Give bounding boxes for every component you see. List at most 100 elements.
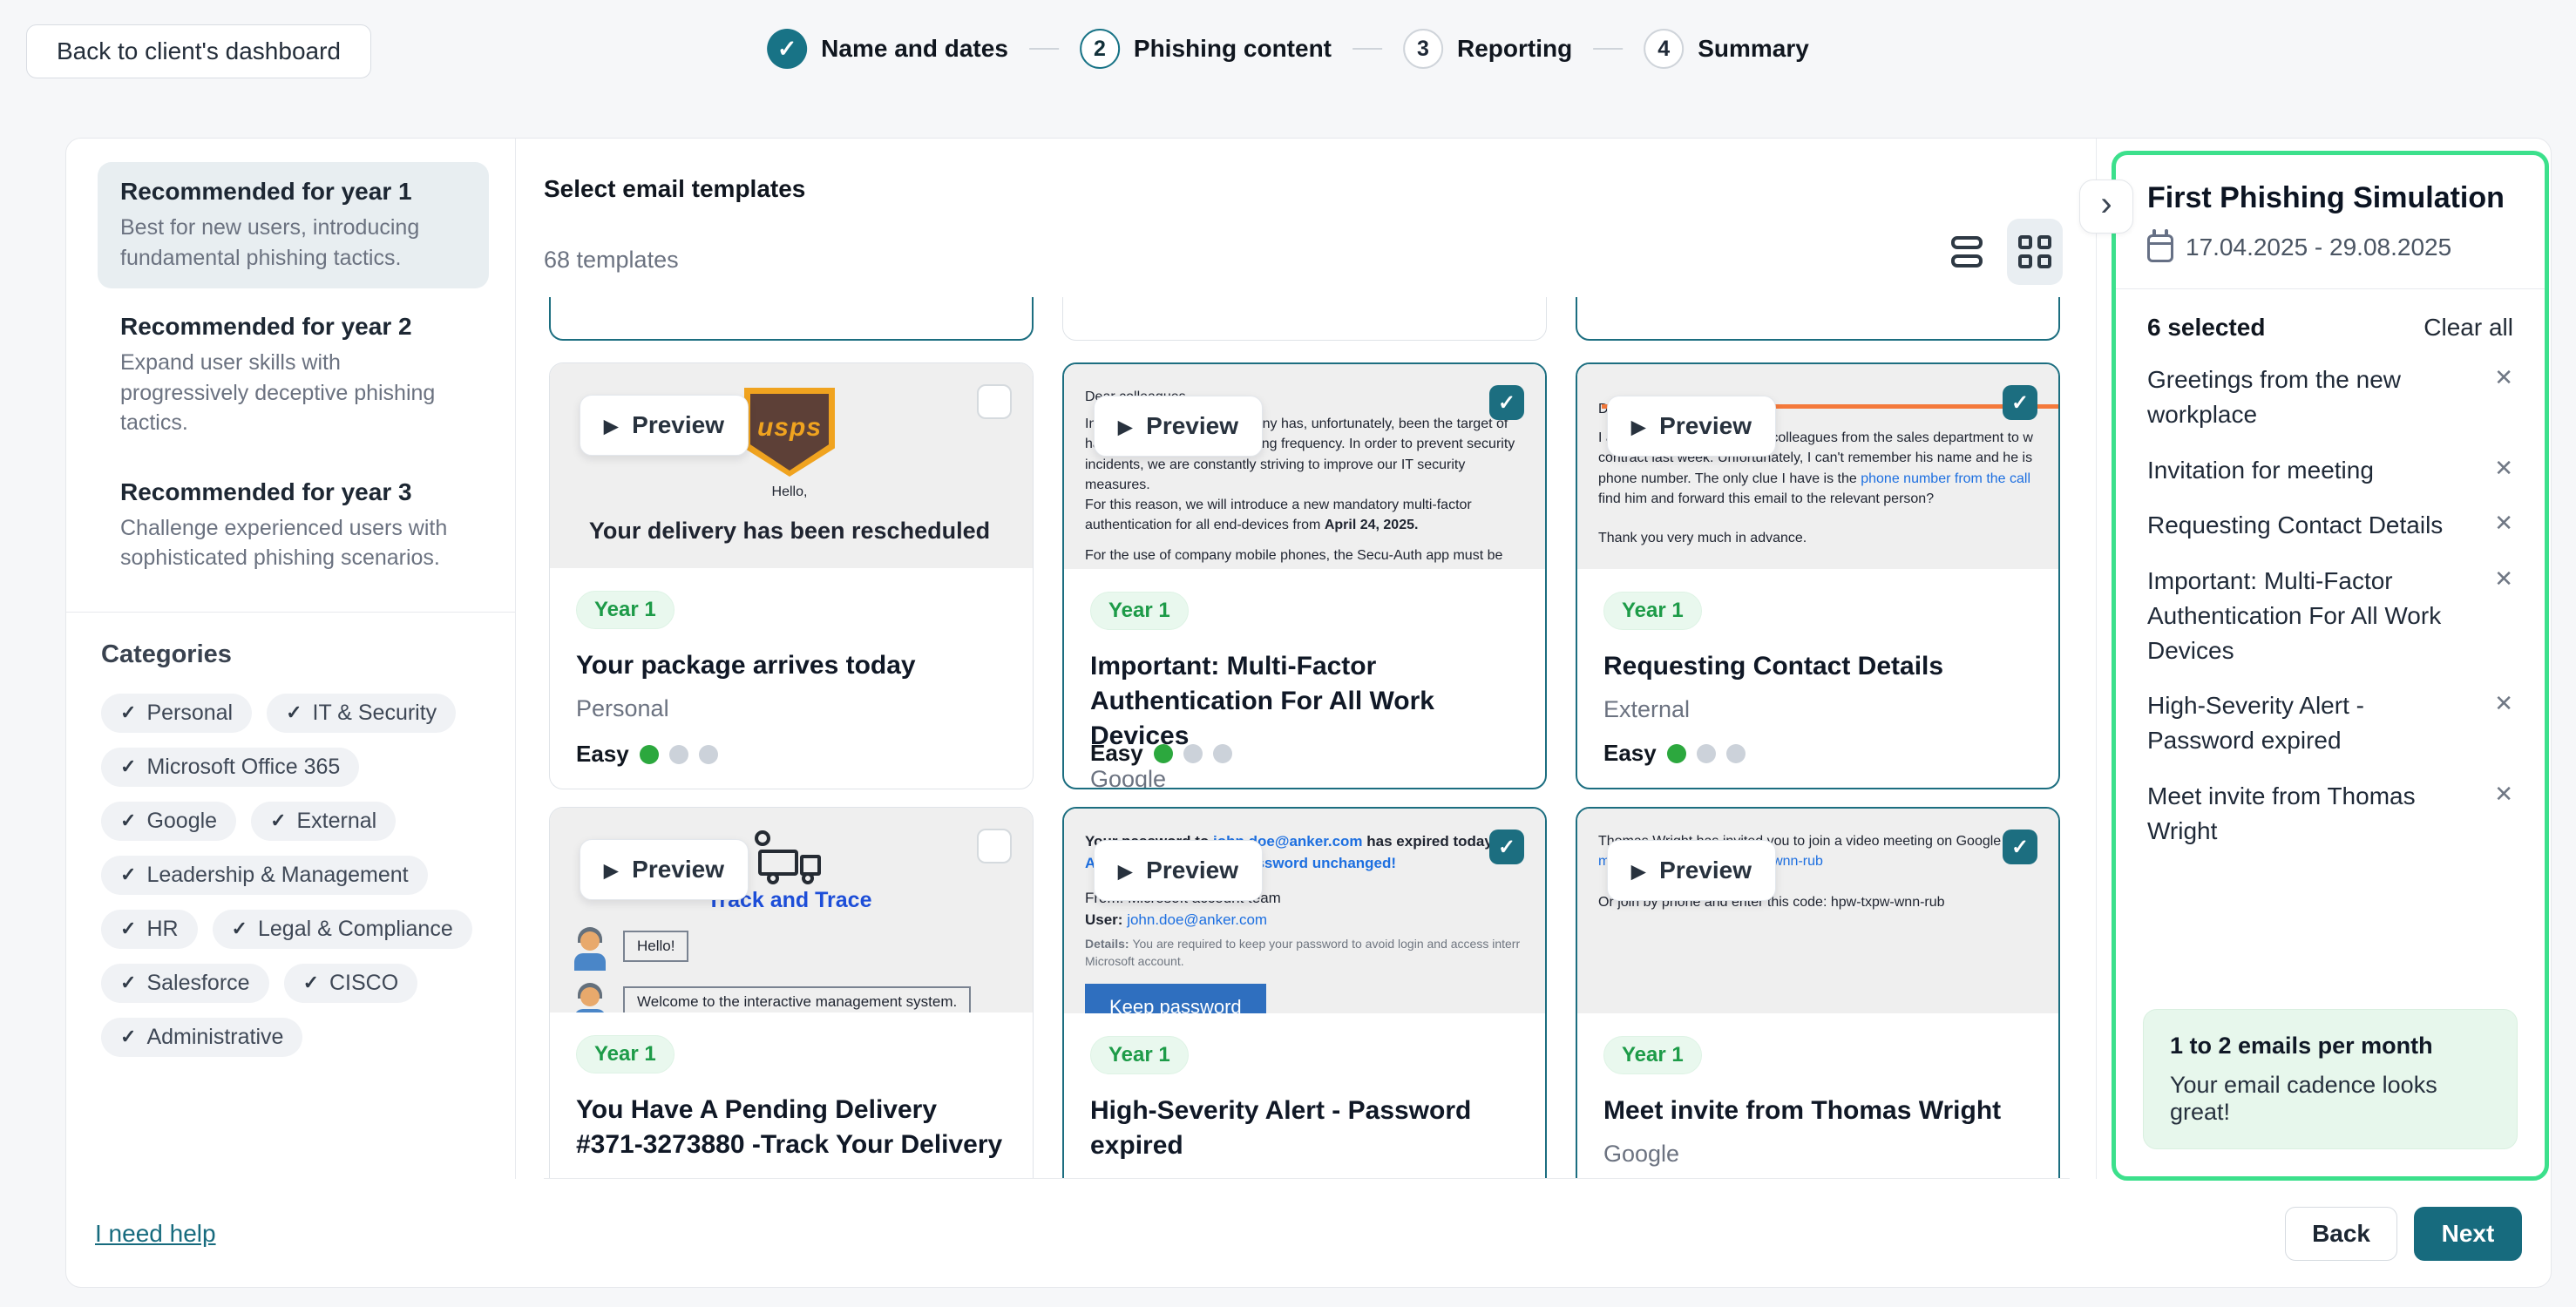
selected-template-item: Requesting Contact Details ✕ [2147,508,2513,543]
category-chip[interactable]: ✓ CISCO [284,964,418,1003]
template-card-partial[interactable] [1062,297,1547,341]
cadence-message: Your email cadence looks great! [2170,1072,2491,1126]
phishing-wizard-page: Back to client's dashboard ✓Name and dat… [0,0,2576,1307]
template-checkbox[interactable]: ✓ [1489,385,1524,420]
email-preview-text: User: john.doe@anker.com [1085,910,1521,931]
template-card-partial[interactable] [549,297,1034,341]
category-chip[interactable]: ✓Microsoft Office 365 [101,748,359,787]
difficulty-dot [699,745,718,764]
category-chip-label: Administrative [146,1025,283,1050]
check-icon: ✓ [120,1026,136,1048]
template-category: External [1603,696,2032,723]
email-text-run: Microsoft account. [1085,954,1184,968]
stepper-step[interactable]: ✓Name and dates [767,29,1008,69]
template-count: 68 templates [544,247,679,274]
category-chip-row: ✓Microsoft Office 365 [101,748,484,787]
collapse-panel-button[interactable]: › [2079,179,2133,234]
difficulty-label: Easy [1090,740,1143,767]
preview-button[interactable]: ▶Preview [580,839,749,900]
category-chip[interactable]: ✓IT & Security [267,694,456,733]
preview-button-label: Preview [632,411,724,439]
selected-template-item: Invitation for meeting✕ [2147,453,2513,488]
preview-button-label: Preview [1146,412,1238,440]
email-text-run: phone number. The only clue I have is th… [1598,471,1861,486]
template-card[interactable]: ▶Preview✓Dear Sir or Madam,I am looking … [1576,362,2060,789]
category-chip[interactable]: ✓Salesforce [101,964,269,1003]
help-link[interactable]: I need help [95,1220,216,1248]
stepper-step[interactable]: 4Summary [1644,29,1809,69]
selection-header: 6 selected Clear all [2147,314,2513,342]
template-card[interactable]: ▶Preview✓Your password to john.doe@anker… [1062,807,1547,1179]
remove-template-button[interactable]: ✕ [2494,690,2513,758]
category-chip[interactable]: ✓Personal [101,694,252,733]
category-chip[interactable]: ✓Google [101,802,236,841]
sidebar: Recommended for year 1Best for new users… [66,139,515,1179]
year-badge: Year 1 [576,591,675,629]
chat-row: Welcome to the interactive management sy… [571,983,1008,1012]
template-card[interactable]: ▶PreviewTrack and TraceHello!Welcome to … [549,807,1034,1179]
email-text-run: Hello, [772,484,808,499]
remove-template-button[interactable]: ✕ [2494,781,2513,849]
recommendation-item[interactable]: Recommended for year 2 Expand user skills… [98,297,489,454]
stepper-step[interactable]: 2Phishing content [1080,29,1332,69]
preview-button[interactable]: ▶Preview [1094,840,1263,901]
template-checkbox[interactable]: ✓ [2003,830,2037,864]
template-checkbox[interactable] [977,829,1012,863]
check-icon: ✓ [303,972,319,994]
template-checkbox[interactable]: ✓ [2003,385,2037,420]
preview-button[interactable]: ▶Preview [1607,396,1776,457]
list-view-button[interactable] [1939,219,1995,285]
remove-template-button[interactable]: ✕ [2494,510,2513,543]
template-checkbox[interactable] [977,384,1012,419]
selected-template-title: Important: Multi-Factor Authentication F… [2147,564,2477,667]
category-chip-row: ✓Google ✓External [101,802,484,841]
template-card-partial[interactable] [1576,297,2060,341]
selected-template-title: Requesting Contact Details [2147,508,2477,543]
category-chip[interactable]: ✓External [251,802,396,841]
recommendation-item[interactable]: Recommended for year 1Best for new users… [98,162,489,288]
template-card[interactable]: ▶Preview✓Dear colleagues,In recent month… [1062,362,1547,789]
preview-button[interactable]: ▶Preview [1094,396,1263,457]
category-chip[interactable]: ✓ Administrative [101,1018,302,1057]
view-toggles [1939,219,2063,285]
category-chip[interactable]: ✓HR [101,910,198,949]
template-title: High-Severity Alert - Password expired [1090,1094,1519,1163]
recommendation-description: Expand user skills with progressively de… [120,348,466,438]
template-checkbox[interactable]: ✓ [1489,830,1524,864]
back-button[interactable]: Back [2285,1207,2397,1261]
category-chip-label: CISCO [329,971,398,996]
list-view-icon [1951,236,1983,267]
email-link[interactable]: john.doe@anker.com [1127,911,1267,928]
back-to-dashboard-button[interactable]: Back to client's dashboard [26,24,371,78]
recommendation-item[interactable]: Recommended for year 3Challenge experien… [98,463,489,589]
keep-password-button[interactable]: Keep password [1085,984,1266,1013]
category-chip[interactable]: ✓Legal & Compliance [213,910,472,949]
clear-all-button[interactable]: Clear all [2423,314,2513,342]
email-link[interactable]: phone number from the call list [1861,471,2034,486]
preview-button[interactable]: ▶Preview [580,395,749,456]
difficulty-dot [1667,744,1686,763]
recommendation-title: Recommended for year 2 [120,313,466,341]
remove-template-button[interactable]: ✕ [2494,565,2513,667]
remove-template-button[interactable]: ✕ [2494,364,2513,432]
selected-count: 6 selected [2147,314,2265,342]
categories-title: Categories [101,640,480,669]
page-title: Select email templates [544,175,805,203]
check-icon: ✓ [120,863,136,886]
usps-wordmark: usps [757,413,822,443]
year-badge: Year 1 [1603,1036,1702,1074]
template-card[interactable]: ▶Preview✓Thomas Wright has invited you t… [1576,807,2060,1179]
template-category: Personal [576,695,1007,722]
panel-divider [2116,288,2545,289]
next-button[interactable]: Next [2414,1207,2522,1261]
category-chip-row: ✓Leadership & Management [101,856,484,895]
preview-button-label: Preview [632,856,724,884]
grid-view-button[interactable] [2007,219,2063,285]
preview-button[interactable]: ▶Preview [1607,840,1776,901]
remove-template-button[interactable]: ✕ [2494,455,2513,488]
stepper-step[interactable]: 3Reporting [1403,29,1572,69]
support-agent-avatar [571,983,609,1012]
template-title: Important: Multi-Factor Authentication F… [1090,649,1519,754]
category-chip[interactable]: ✓Leadership & Management [101,856,428,895]
template-card[interactable]: ▶PreviewuspsHello,Your delivery has been… [549,362,1034,789]
